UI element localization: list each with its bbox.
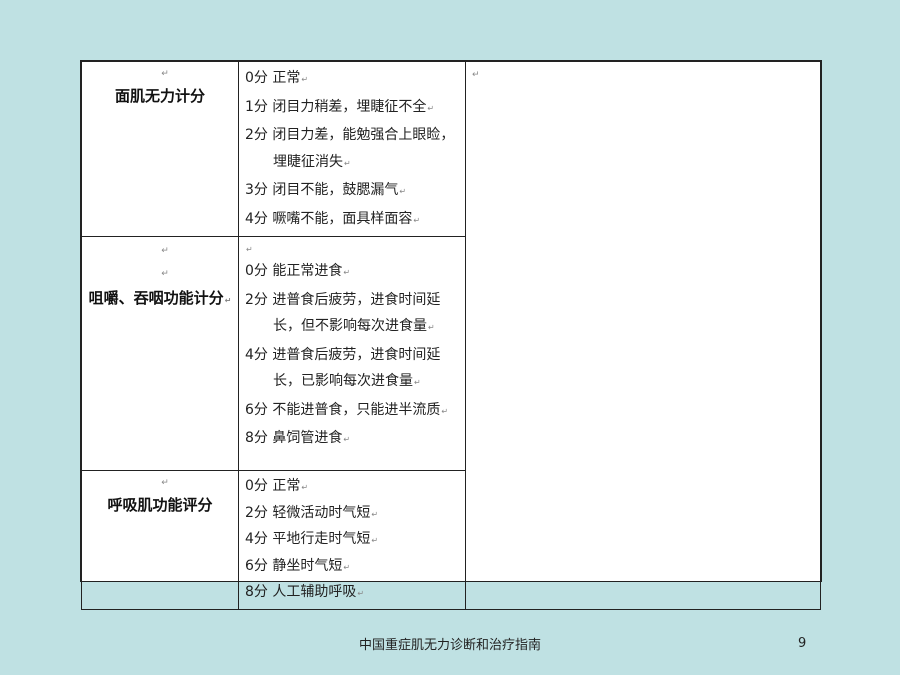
score-line: 8分 人工辅助呼吸↵ [245, 584, 365, 600]
score-line: 埋睫征消失↵ [273, 153, 351, 170]
footer-title: 中国重症肌无力诊断和治疗指南 [358, 638, 541, 653]
paragraph-mark: ↵ [161, 478, 169, 488]
table-row: ↵ 面肌无力计分 0分 正常↵ 1分 闭目力稍差，埋睫征不全↵ 2分 闭目力差，… [81, 61, 821, 610]
score-line: 长，但不影响每次进食量↵ [273, 318, 435, 334]
score-line: 6分 静坐时气短↵ [245, 557, 351, 574]
score-line: 2分 进普食后疲劳，进食时间延 [245, 291, 441, 308]
score-line: 6分 不能进普食，只能进半流质↵ [245, 401, 449, 418]
paragraph-mark: ↵ [161, 269, 169, 279]
score-line: 1分 闭目力稍差，埋睫征不全↵ [245, 98, 435, 115]
score-line: 2分 闭目力差，能勉强合上眼睑， [245, 127, 455, 143]
score-line: 0分 正常↵ [245, 478, 309, 494]
paragraph-mark: ↵ [472, 70, 480, 80]
score-line: 8分 鼻饲管进食↵ [245, 430, 351, 446]
category-cell: ↵ ↵ 咀嚼、吞咽功能计分↵ [81, 236, 239, 471]
category-cell: ↵ 面肌无力计分 [81, 61, 239, 237]
paragraph-mark: ↵ [161, 246, 169, 256]
score-line: ↵ [246, 245, 253, 254]
description-cell: ↵ 0分 能正常进食↵ 2分 进普食后疲劳，进食时间延 长，但不影响每次进食量↵… [238, 236, 466, 471]
paragraph-mark: ↵ [161, 69, 169, 79]
scoring-table: ↵ 面肌无力计分 0分 正常↵ 1分 闭目力稍差，埋睫征不全↵ 2分 闭目力差，… [81, 61, 821, 610]
score-line: 4分 进普食后疲劳，进食时间延 [245, 346, 441, 363]
category-title: 呼吸肌功能评分 [107, 496, 213, 514]
scoring-table-container: ↵ 面肌无力计分 0分 正常↵ 1分 闭目力稍差，埋睫征不全↵ 2分 闭目力差，… [80, 60, 822, 610]
score-line: 4分 噘嘴不能，面具样面容↵ [245, 210, 421, 227]
score-line: 4分 平地行走时气短↵ [245, 531, 379, 547]
empty-notes-cell: ↵ [465, 61, 821, 610]
score-line: 长，已影响每次进食量↵ [273, 373, 421, 389]
score-line: 0分 能正常进食↵ [245, 263, 351, 279]
score-line: 3分 闭目不能，鼓腮漏气↵ [245, 182, 407, 198]
description-cell: 0分 正常↵ 1分 闭目力稍差，埋睫征不全↵ 2分 闭目力差，能勉强合上眼睑， … [238, 61, 466, 237]
page-number: 9 [798, 636, 807, 651]
category-cell: ↵ 呼吸肌功能评分 [81, 470, 239, 610]
category-title: 咀嚼、吞咽功能计分↵ [88, 289, 232, 307]
score-line: 0分 正常↵ [245, 70, 309, 86]
category-title: 面肌无力计分 [114, 87, 205, 105]
description-cell: 0分 正常↵ 2分 轻微活动时气短↵ 4分 平地行走时气短↵ 6分 静坐时气短↵… [238, 470, 466, 610]
score-line: 2分 轻微活动时气短↵ [245, 504, 379, 521]
